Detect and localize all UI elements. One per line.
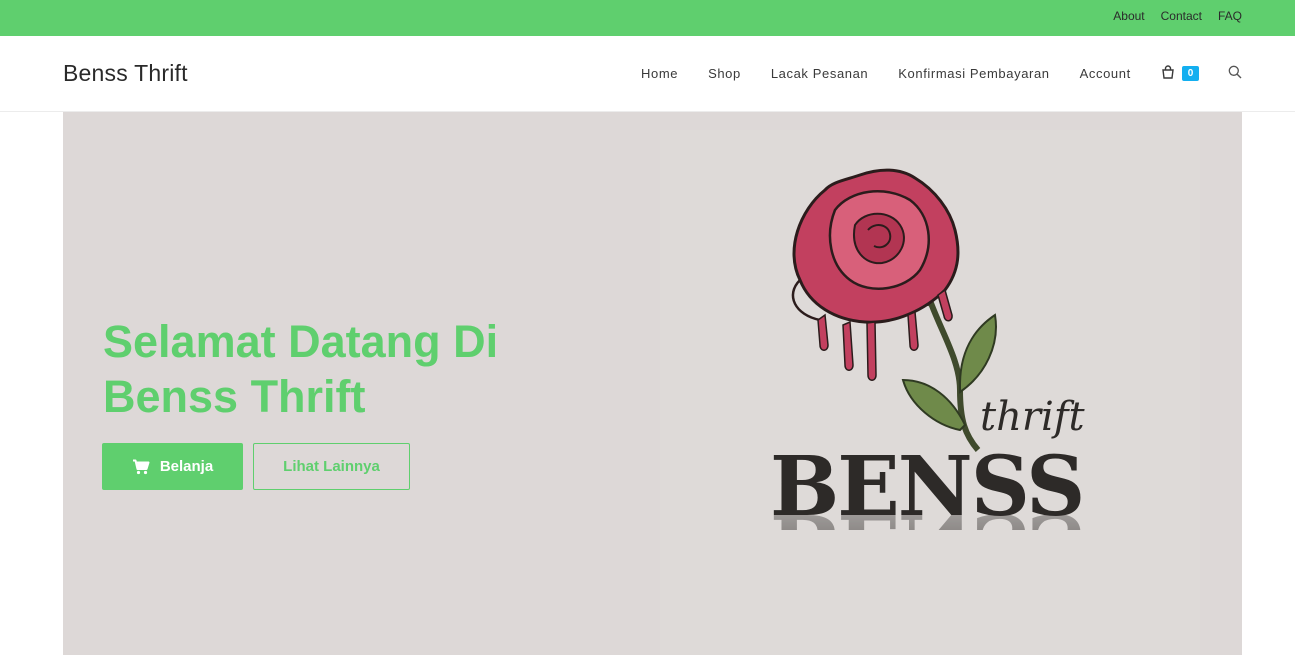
search-icon: [1228, 65, 1242, 79]
cart-count-badge: 0: [1182, 66, 1199, 81]
cart-icon: [132, 459, 150, 474]
benss-thrift-logo-panel: thrift BENSS BENSS: [660, 130, 1200, 655]
nav-item-account[interactable]: Account: [1080, 66, 1131, 81]
search-button[interactable]: [1228, 65, 1242, 84]
logo-reflection-text: BENSS: [770, 495, 1083, 591]
hero-title: Selamat Datang Di Benss Thrift: [103, 314, 573, 424]
site-header: Benss Thrift Home Shop Lacak Pesanan Kon…: [0, 36, 1295, 112]
benss-thrift-logo: thrift BENSS BENSS: [770, 168, 1086, 591]
see-more-button[interactable]: Lihat Lainnya: [253, 443, 410, 490]
logo-reflection: BENSS: [770, 495, 1085, 591]
main-nav: Home Shop Lacak Pesanan Konfirmasi Pemba…: [641, 66, 1161, 81]
hero-title-line-2: Benss Thrift: [103, 371, 366, 422]
top-links: About Contact FAQ: [1113, 9, 1242, 23]
top-link-about[interactable]: About: [1113, 9, 1144, 23]
top-bar: About Contact FAQ: [0, 0, 1295, 36]
nav-item-shop[interactable]: Shop: [708, 66, 741, 81]
logo-script-text: thrift: [980, 394, 1086, 440]
nav-item-lacak-pesanan[interactable]: Lacak Pesanan: [771, 66, 868, 81]
cart-button[interactable]: 0: [1160, 64, 1200, 84]
shop-button-label: Belanja: [159, 458, 214, 475]
top-link-faq[interactable]: FAQ: [1218, 9, 1242, 23]
top-link-contact[interactable]: Contact: [1161, 9, 1202, 23]
hero-section: Selamat Datang Di Benss Thrift Belanja L…: [63, 112, 1242, 655]
shop-button[interactable]: Belanja: [102, 443, 243, 490]
shopping-bag-icon: [1162, 65, 1174, 79]
nav-item-konfirmasi-pembayaran[interactable]: Konfirmasi Pembayaran: [898, 66, 1049, 81]
nav-item-home[interactable]: Home: [641, 66, 678, 81]
site-brand[interactable]: Benss Thrift: [63, 60, 188, 87]
hero-title-line-1: Selamat Datang Di: [103, 316, 499, 367]
see-more-button-label: Lihat Lainnya: [283, 458, 380, 475]
